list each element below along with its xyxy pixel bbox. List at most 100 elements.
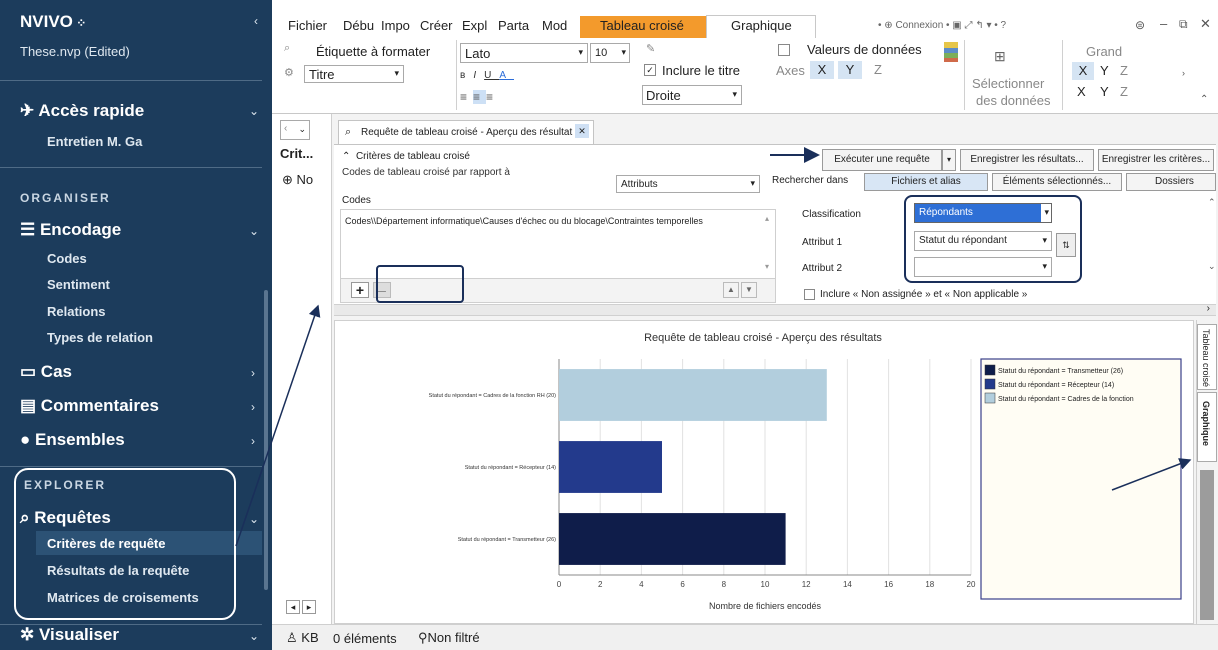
grand-z-toggle[interactable]: Z <box>1120 63 1128 78</box>
filter-status[interactable]: ⚲Non filtré <box>418 630 480 646</box>
ribbon-scroll-right-icon[interactable]: › <box>1182 68 1185 78</box>
close-tab-icon[interactable]: ✕ <box>575 124 589 138</box>
save-criteria-button[interactable]: Enregistrer les critères... <box>1098 149 1214 171</box>
minor-y-toggle[interactable]: Y <box>1100 84 1109 99</box>
context-tab-crosstab[interactable]: Tableau croisé <box>600 18 684 33</box>
chevron-right-icon[interactable]: › <box>251 366 255 380</box>
pencil-icon[interactable]: ✎ <box>646 42 655 55</box>
connection-label[interactable]: Connexion <box>895 20 943 31</box>
legend-swatch <box>984 392 996 404</box>
side-tab-crosstab[interactable]: Tableau croisé <box>1197 324 1217 390</box>
attributes-select[interactable]: Attributs ▾ <box>616 175 760 193</box>
list-item[interactable]: ⊕ No <box>282 172 313 188</box>
tab-import[interactable]: Impo <box>381 18 410 33</box>
move-up-button[interactable]: ▲ <box>723 282 739 298</box>
chevron-down-icon[interactable]: ⌄ <box>1208 261 1216 272</box>
select-data-line2[interactable]: des données <box>976 93 1050 108</box>
quick-access-header[interactable]: ✈ Accès rapide <box>20 101 144 121</box>
add-code-button[interactable]: + <box>351 282 369 298</box>
nav-item-relations[interactable]: Relations <box>47 304 106 319</box>
nav-item-codes[interactable]: Codes <box>47 251 87 266</box>
attribute1-label: Attribut 1 <box>802 237 843 248</box>
chevron-down-icon[interactable]: ⌄ <box>249 512 259 526</box>
search-tab-selected[interactable]: Éléments sélectionnés... <box>992 173 1122 191</box>
grand-x-toggle[interactable]: X <box>1072 62 1094 80</box>
document-tab[interactable]: ⌕ Requête de tableau croisé - Aperçu des… <box>338 120 594 144</box>
cases-header[interactable]: ▭ Cas <box>20 362 72 382</box>
save-results-button[interactable]: Enregistrer les résultats... <box>960 149 1094 171</box>
run-query-button[interactable]: Exécuter une requête <box>822 149 942 171</box>
include-title-label: Inclure le titre <box>662 63 741 78</box>
code-path[interactable]: Codes\\Département informatique\Causes d… <box>345 216 703 226</box>
minor-x-toggle[interactable]: X <box>1077 84 1086 99</box>
title-position-select[interactable]: Droite ▾ <box>642 85 742 105</box>
search-tab-files[interactable]: Fichiers et alias <box>864 173 988 191</box>
search-tab-folders[interactable]: Dossiers <box>1126 173 1216 191</box>
collapse-sidebar-icon[interactable]: ‹ <box>254 14 258 28</box>
collapse-ribbon-icon[interactable]: ⌃ <box>1200 94 1208 105</box>
chart-style-icon[interactable] <box>944 42 958 62</box>
scroll-up-icon[interactable]: ▴ <box>765 214 769 223</box>
vertical-scrollbar[interactable] <box>1200 470 1214 620</box>
side-tab-chart[interactable]: Graphique <box>1197 392 1217 462</box>
axis-x-toggle[interactable]: X <box>810 61 834 79</box>
user-indicator[interactable]: ♙ KB <box>286 630 319 646</box>
tab-file[interactable]: Fichier <box>288 18 327 33</box>
axis-y-toggle[interactable]: Y <box>838 61 862 79</box>
minor-z-toggle[interactable]: Z <box>1120 84 1128 99</box>
chevron-down-icon[interactable]: ⌄ <box>249 224 259 238</box>
chevron-right-icon[interactable]: › <box>251 434 255 448</box>
search-in-label: Rechercher dans <box>772 175 849 186</box>
horizontal-scrollbar[interactable]: › <box>334 303 1216 316</box>
quick-access-item[interactable]: Entretien M. Ga <box>47 134 142 149</box>
title-select[interactable]: Titre ▾ <box>304 65 404 83</box>
list-nav-select[interactable]: ‹ ⌄ <box>280 120 310 140</box>
sets-header[interactable]: ● Ensembles <box>20 430 125 450</box>
run-query-dropdown[interactable]: ▾ <box>942 149 956 171</box>
tab-modules[interactable]: Mod <box>542 18 567 33</box>
minimize-icon[interactable]: – <box>1160 16 1167 31</box>
encoding-header[interactable]: ☰ Encodage <box>20 220 121 240</box>
font-name-select[interactable]: Lato ▾ <box>460 43 588 63</box>
include-unassigned-checkbox[interactable] <box>804 289 815 300</box>
axis-z-toggle[interactable]: Z <box>866 61 890 79</box>
legend-label: Statut du répondant = Récepteur (14) <box>998 382 1114 389</box>
x-tick-label: 16 <box>884 580 893 589</box>
tab-create[interactable]: Créer <box>420 18 453 33</box>
tab-chart[interactable]: Graphique <box>731 18 792 33</box>
tab-share[interactable]: Parta <box>498 18 529 33</box>
x-tick-label: 4 <box>639 580 644 589</box>
nav-item-sentiment[interactable]: Sentiment <box>47 277 110 292</box>
format-buttons[interactable]: ʙIUA <box>460 70 514 81</box>
select-data-icon[interactable]: ⊞ <box>994 48 1006 65</box>
tab-explore[interactable]: Expl <box>462 18 487 33</box>
x-tick-label: 12 <box>802 580 811 589</box>
ribbon-panel: ⌕ ⚙ Étiquette à formater Titre ▾ Lato ▾ 10… <box>272 38 1218 114</box>
scroll-right-button[interactable]: ▸ <box>302 600 316 614</box>
comments-header[interactable]: ▤ Commentaires <box>20 396 159 416</box>
scroll-down-icon[interactable]: ▾ <box>765 262 769 271</box>
include-title-checkbox[interactable]: ✓ <box>644 64 656 76</box>
status-bar: ♙ KB 0 éléments ⚲Non filtré <box>272 624 1218 650</box>
restore-icon[interactable]: ⧉ <box>1179 17 1188 32</box>
chevron-down-icon[interactable]: ⌄ <box>249 104 259 118</box>
window-status: • ⊕ Connexion • ▣ ⤢ ↰ ▾ • ? <box>878 20 1007 31</box>
sidebar-scrollbar[interactable] <box>264 290 268 590</box>
chevron-right-icon[interactable]: › <box>251 400 255 414</box>
list-header[interactable]: Crit... <box>280 146 313 161</box>
scroll-left-button[interactable]: ◂ <box>286 600 300 614</box>
align-buttons[interactable]: ≡≡≡ <box>460 90 499 104</box>
nav-item-relation-types[interactable]: Types de relation <box>47 330 153 345</box>
tab-start[interactable]: Débu <box>343 18 374 33</box>
criteria-toggle[interactable]: ⌃ Critères de tableau croisé <box>342 151 470 162</box>
font-size-select[interactable]: 10 ▾ <box>590 43 630 63</box>
chevron-up-icon[interactable]: ⌃ <box>1208 197 1216 208</box>
select-data-line1[interactable]: Sélectionner <box>972 76 1044 91</box>
grand-y-toggle[interactable]: Y <box>1100 63 1109 78</box>
move-down-button[interactable]: ▼ <box>741 282 757 298</box>
data-values-checkbox[interactable] <box>778 44 790 56</box>
visualize-header[interactable]: ✲ Visualiser <box>20 625 119 645</box>
comment-icon[interactable]: ⊜ <box>1135 18 1145 32</box>
close-icon[interactable]: ✕ <box>1200 16 1211 32</box>
chevron-down-icon[interactable]: ⌄ <box>249 629 259 643</box>
